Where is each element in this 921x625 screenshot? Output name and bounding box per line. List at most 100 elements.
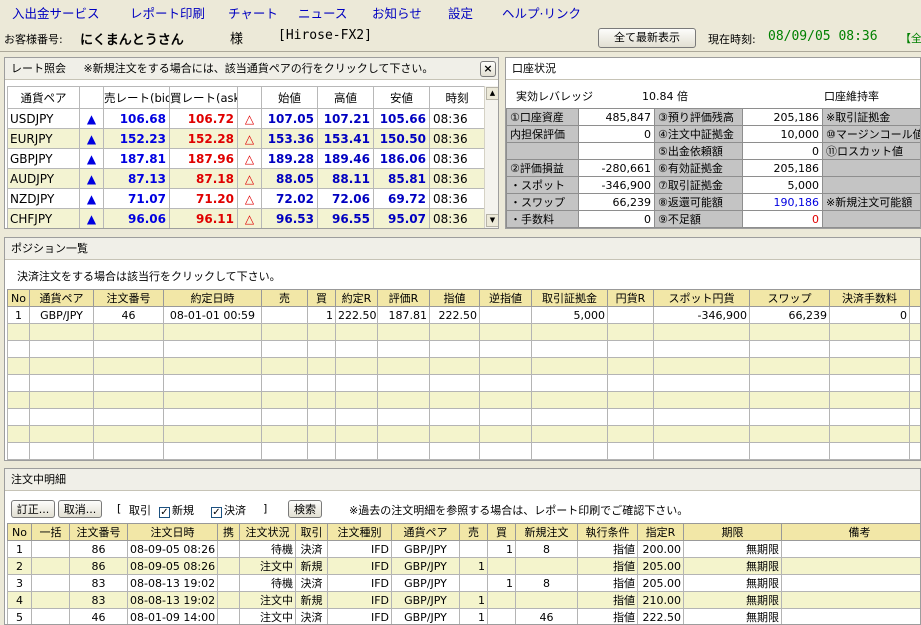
rate-bid[interactable]: 106.68	[103, 108, 170, 129]
positions-col-header[interactable]: 約定日時	[163, 289, 262, 307]
rate-high: 153.41	[317, 128, 374, 149]
orders-col-header[interactable]: 取引	[295, 523, 328, 541]
edit-order-button[interactable]: 訂正...	[11, 500, 55, 518]
filter-new-label: 新規	[172, 504, 194, 517]
orders-col-header[interactable]: 注文番号	[69, 523, 128, 541]
orders-col-header[interactable]: 買	[487, 523, 516, 541]
positions-col-header[interactable]: 約定R	[335, 289, 378, 307]
filter-close-checkbox[interactable]: ✓ 決済	[211, 502, 246, 518]
positions-cell	[607, 391, 654, 409]
orders-cell	[31, 540, 70, 558]
menu-settings[interactable]: 設定	[448, 3, 473, 22]
orders-row[interactable]: 2 86 08-09-05 08:26 注文中 新規 IFD GBP/JPY 1 指値 205.0…	[7, 557, 920, 575]
positions-col-header[interactable]: 売	[261, 289, 308, 307]
positions-col-header[interactable]: 指値	[429, 289, 480, 307]
positions-row[interactable]	[7, 340, 920, 358]
orders-col-header[interactable]: 新規注文	[515, 523, 578, 541]
positions-col-header[interactable]: 通貨ペア	[29, 289, 94, 307]
positions-col-header[interactable]: 評価R	[377, 289, 430, 307]
rate-bid[interactable]: 71.07	[103, 188, 170, 209]
orders-col-header[interactable]: 一括	[31, 523, 70, 541]
positions-col-header[interactable]: スワップ	[749, 289, 830, 307]
positions-row[interactable]	[7, 374, 920, 392]
col-high[interactable]: 高値	[317, 86, 374, 109]
rate-ask[interactable]: 87.18	[169, 168, 238, 189]
orders-row[interactable]: 1 86 08-09-05 08:26 待機 決済 IFD GBP/JPY 1 8 指値 200.0…	[7, 540, 920, 558]
positions-col-header[interactable]: スポット円貨	[653, 289, 750, 307]
positions-col-header[interactable]: 買	[307, 289, 336, 307]
rate-ask[interactable]: 187.96	[169, 148, 238, 169]
menu-news[interactable]: ニュース	[298, 3, 347, 22]
positions-row[interactable]	[7, 323, 920, 341]
rate-ask[interactable]: 106.72	[169, 108, 238, 129]
col-bid[interactable]: 売レート(bid)	[103, 86, 170, 109]
positions-col-header[interactable]: 決済手数料	[829, 289, 910, 307]
rate-row[interactable]: USDJPY ▲ 106.68 106.72 △ 107.05 107.21 105.66 08…	[7, 108, 485, 129]
positions-row[interactable]	[7, 357, 920, 375]
orders-col-header[interactable]: 注文種別	[327, 523, 392, 541]
position-note: 決済注文をする場合は該当行をクリックして下さい。	[17, 270, 281, 283]
scroll-down-icon[interactable]: ▼	[486, 214, 498, 227]
rate-bid[interactable]: 96.06	[103, 208, 170, 228]
col-open[interactable]: 始値	[261, 86, 318, 109]
positions-row[interactable]	[7, 408, 920, 426]
rate-row[interactable]: NZDJPY ▲ 71.07 71.20 △ 72.02 72.06 69.72 08:36	[7, 188, 485, 209]
positions-cell	[93, 442, 164, 460]
rate-row[interactable]: CHFJPY ▲ 96.06 96.11 △ 96.53 96.55 95.07 08:36	[7, 208, 485, 228]
orders-cell: 無期限	[683, 557, 782, 575]
orders-row[interactable]: 3 83 08-08-13 19:02 待機 決済 IFD GBP/JPY 1 8 指値 205.0…	[7, 574, 920, 592]
customer-name: にくまんとうさん	[80, 33, 184, 48]
positions-col-header[interactable]: 決	[909, 289, 920, 307]
rate-scrollbar[interactable]: ▲ ▼	[484, 86, 498, 228]
col-low[interactable]: 安値	[373, 86, 430, 109]
col-pair[interactable]: 通貨ペア	[7, 86, 80, 109]
rate-bid[interactable]: 187.81	[103, 148, 170, 169]
orders-cell	[217, 557, 240, 575]
cancel-order-button[interactable]: 取消...	[58, 500, 102, 518]
orders-col-header[interactable]: 注文状況	[239, 523, 296, 541]
rate-ask[interactable]: 96.11	[169, 208, 238, 228]
rate-bid[interactable]: 152.23	[103, 128, 170, 149]
scroll-up-icon[interactable]: ▲	[486, 87, 498, 100]
orders-col-header[interactable]: 執行条件	[577, 523, 638, 541]
rate-row[interactable]: AUDJPY ▲ 87.13 87.18 △ 88.05 88.11 85.81 08:36	[7, 168, 485, 189]
search-button[interactable]: 検索	[288, 500, 322, 518]
orders-col-header[interactable]: No	[7, 523, 32, 541]
orders-col-header[interactable]: 備考	[781, 523, 920, 541]
positions-col-header[interactable]: No	[7, 289, 30, 307]
menu-notice[interactable]: お知らせ	[372, 3, 422, 22]
orders-col-header[interactable]: 期限	[683, 523, 782, 541]
orders-col-header[interactable]: 売	[459, 523, 488, 541]
refresh-all-button[interactable]: 全て最新表示	[598, 28, 696, 48]
menu-deposit[interactable]: 入出金サービス	[12, 3, 100, 22]
rate-row[interactable]: GBPJPY ▲ 187.81 187.96 △ 189.28 189.46 186.06 08…	[7, 148, 485, 169]
positions-row[interactable]	[7, 391, 920, 409]
col-ask[interactable]: 買レート(ask)	[169, 86, 238, 109]
menu-help[interactable]: ヘルプ·リンク	[502, 3, 581, 22]
rate-bid[interactable]: 87.13	[103, 168, 170, 189]
col-time[interactable]: 時刻	[429, 86, 485, 109]
menu-chart[interactable]: チャート	[228, 3, 278, 22]
positions-row[interactable]	[7, 442, 920, 460]
positions-col-header[interactable]: 円貨R	[607, 289, 654, 307]
close-icon[interactable]: ×	[480, 61, 496, 77]
orders-row[interactable]: 5 46 08-01-09 14:00 注文中 決済 IFD GBP/JPY 1 46 指値 222…	[7, 608, 920, 624]
orders-row[interactable]: 4 83 08-08-13 19:02 注文中 新規 IFD GBP/JPY 1 指値 210.0…	[7, 591, 920, 609]
rate-time: 08:36	[429, 168, 485, 189]
orders-col-header[interactable]: 注文日時	[127, 523, 218, 541]
orders-col-header[interactable]: 指定R	[637, 523, 684, 541]
orders-col-header[interactable]: 携	[217, 523, 240, 541]
rate-ask[interactable]: 71.20	[169, 188, 238, 209]
positions-row[interactable]	[7, 425, 920, 443]
positions-col-header[interactable]: 逆指値	[479, 289, 532, 307]
rate-row[interactable]: EURJPY ▲ 152.23 152.28 △ 153.36 153.41 150.50 08…	[7, 128, 485, 149]
positions-cell	[749, 408, 830, 426]
rate-ask[interactable]: 152.28	[169, 128, 238, 149]
filter-new-checkbox[interactable]: ✓ 新規	[159, 502, 194, 518]
menu-report[interactable]: レポート印刷	[130, 3, 205, 22]
positions-col-header[interactable]: 注文番号	[93, 289, 164, 307]
positions-col-header[interactable]: 取引証拠金	[531, 289, 608, 307]
positions-row[interactable]: 1 GBP/JPY 46 08-01-01 00:59 1 222.50 187.81 222…	[7, 306, 920, 324]
account-title: 口座状況	[512, 62, 556, 75]
orders-col-header[interactable]: 通貨ペア	[391, 523, 460, 541]
